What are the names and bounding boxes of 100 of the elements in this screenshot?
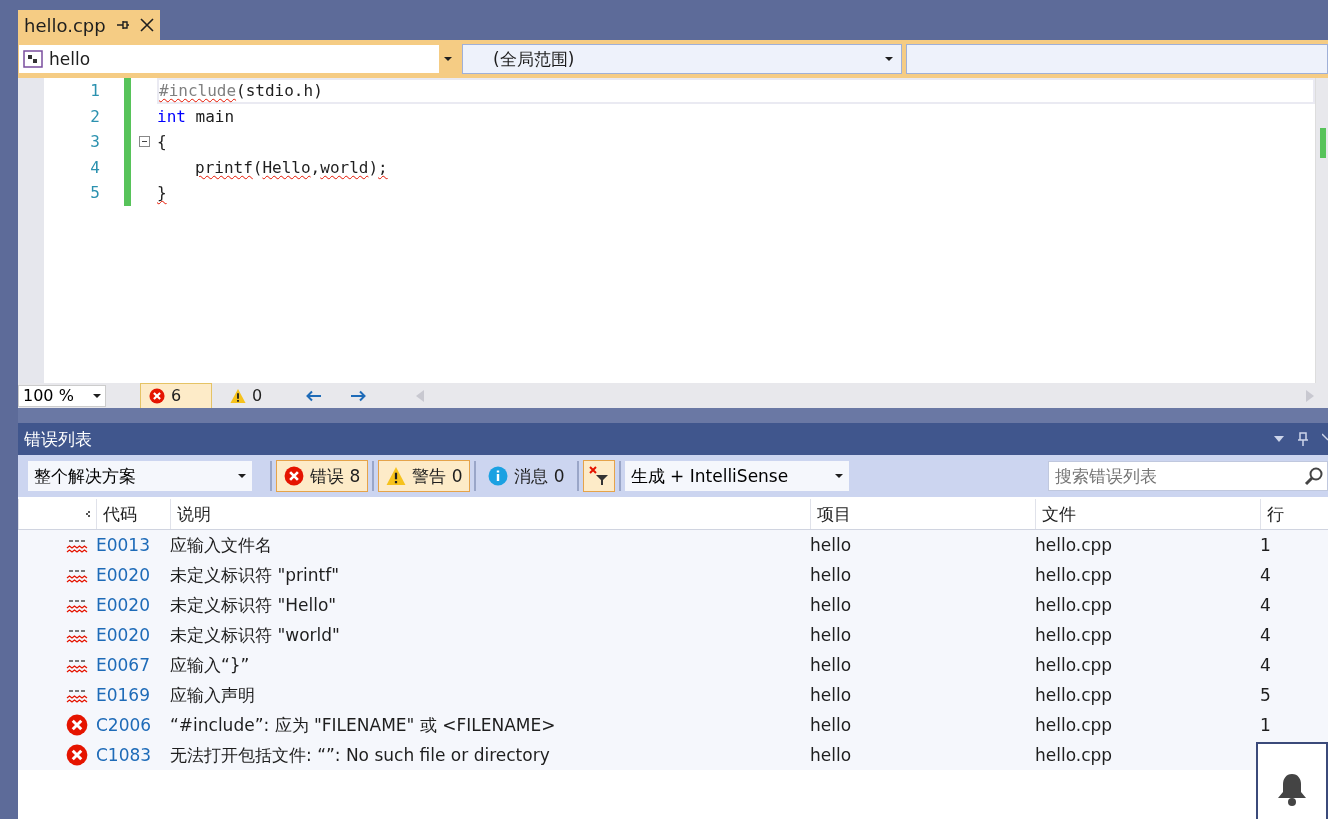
error-code[interactable]: C1083 xyxy=(96,745,170,765)
warning-icon xyxy=(230,387,246,404)
file-cell-text: hello.cpp xyxy=(1035,595,1114,615)
spellcheck-squiggle-icon xyxy=(66,687,88,703)
error-description: 未定义标识符 "world" xyxy=(170,623,341,647)
warning-count[interactable]: 0 xyxy=(222,383,271,408)
line-number: 3 xyxy=(90,132,100,152)
line-cell-text: 4 xyxy=(1260,565,1272,585)
project-cell-text: hello xyxy=(810,685,853,705)
code-line: } xyxy=(157,182,168,205)
column-header[interactable]: 代码 xyxy=(103,502,137,526)
error-description: 未定义标识符 "Hello" xyxy=(170,593,338,617)
forward-arrow-icon[interactable] xyxy=(350,389,367,402)
line-cell-text: 4 xyxy=(1260,595,1272,615)
sort-icon[interactable] xyxy=(84,511,90,517)
error-description: “#include”: 应为 "FILENAME" 或 <FILENAME> xyxy=(170,713,557,737)
error-description: 应输入声明 xyxy=(170,683,256,707)
zoom-dropdown[interactable]: 100 % xyxy=(18,384,106,407)
error-row[interactable]: E0020 未定义标识符 "world" hello hello.cpp 4 xyxy=(18,620,1328,650)
notification-popup[interactable] xyxy=(1256,742,1328,819)
spellcheck-squiggle-icon xyxy=(66,537,88,553)
column-header[interactable]: 说明 xyxy=(177,502,211,526)
project-cell-text: hello xyxy=(810,715,853,735)
line-number: 1 xyxy=(90,81,100,101)
errors-filter[interactable]: 错误 8 xyxy=(276,460,369,492)
scope-dropdown[interactable]: 整个解决方案 xyxy=(28,461,252,491)
filter-icon xyxy=(587,465,610,487)
error-row[interactable]: C2006 “#include”: 应为 "FILENAME" 或 <FILENAME> hello hello.cpp 1 xyxy=(18,710,1328,740)
column-header[interactable]: 行 xyxy=(1267,502,1284,526)
line-cell-text: 1 xyxy=(1260,715,1272,735)
spellcheck-squiggle-icon xyxy=(66,627,88,643)
source-dropdown[interactable]: 生成 + IntelliSense xyxy=(624,461,849,491)
project-cell-text: hello xyxy=(810,655,853,675)
panel-title: 错误列表 xyxy=(24,427,93,451)
error-code[interactable]: E0013 xyxy=(96,535,170,555)
line-cell-text: 4 xyxy=(1260,655,1272,675)
error-row[interactable]: E0013 应输入文件名 hello hello.cpp 1 xyxy=(18,530,1328,560)
error-row[interactable]: C1083 无法打开包括文件: “”: No such file or directory hello hello.cpp xyxy=(18,740,1328,770)
project-cell-text: hello xyxy=(810,745,853,765)
line-cell-text: 4 xyxy=(1260,625,1272,645)
pin-icon[interactable] xyxy=(115,18,130,32)
file-cell-text: hello.cpp xyxy=(1035,655,1114,675)
error-icon xyxy=(149,387,165,404)
error-row[interactable]: E0020 未定义标识符 "printf" hello hello.cpp 4 xyxy=(18,560,1328,590)
error-code[interactable]: E0067 xyxy=(96,655,170,675)
error-row[interactable]: E0020 未定义标识符 "Hello" hello hello.cpp 4 xyxy=(18,590,1328,620)
info-icon xyxy=(488,466,509,486)
back-arrow-icon[interactable] xyxy=(306,389,323,402)
spellcheck-squiggle-icon xyxy=(66,657,88,673)
scope-dropdown[interactable]: (全局范围) xyxy=(462,44,902,74)
search-icon xyxy=(1304,466,1324,486)
line-cell-text: 5 xyxy=(1260,685,1272,705)
error-description: 无法打开包括文件: “”: No such file or directory xyxy=(170,743,551,767)
project-dropdown[interactable]: hello xyxy=(18,44,458,74)
collapse-icon[interactable] xyxy=(138,136,150,148)
column-header[interactable]: 文件 xyxy=(1042,502,1076,526)
file-cell-text: hello.cpp xyxy=(1035,625,1114,645)
file-cell-text: hello.cpp xyxy=(1035,535,1114,555)
warning-icon xyxy=(386,466,407,486)
code-editor[interactable]: 1 2 3 4 5 #include(stdio.h) int main { printf(Hello,world); } xyxy=(18,78,1328,383)
bell-icon xyxy=(1277,772,1307,806)
messages-filter[interactable]: 消息 0 xyxy=(480,460,573,492)
error-icon xyxy=(284,466,304,486)
error-code[interactable]: E0169 xyxy=(96,685,170,705)
caret-icon xyxy=(885,57,893,61)
file-cell-text: hello.cpp xyxy=(1035,745,1114,765)
line-number: 4 xyxy=(90,157,100,177)
caret-icon[interactable] xyxy=(1274,436,1284,442)
file-cell-text: hello.cpp xyxy=(1035,715,1114,735)
error-icon xyxy=(66,744,88,766)
column-header[interactable]: 项目 xyxy=(817,502,851,526)
error-count[interactable]: 6 xyxy=(140,382,212,409)
caret-icon xyxy=(93,393,101,398)
error-code[interactable]: E0020 xyxy=(96,565,170,585)
warnings-filter[interactable]: 警告 0 xyxy=(378,460,471,492)
project-cell-text: hello xyxy=(810,595,853,615)
error-icon xyxy=(66,714,88,736)
error-code[interactable]: E0020 xyxy=(96,595,170,615)
project-icon xyxy=(23,50,43,68)
error-code[interactable]: E0020 xyxy=(96,625,170,645)
vertical-scrollbar[interactable] xyxy=(1315,78,1328,383)
pin-icon[interactable] xyxy=(1298,432,1308,446)
search-field[interactable]: 搜索错误列表 xyxy=(1048,461,1328,491)
close-icon[interactable] xyxy=(139,18,154,32)
spellcheck-squiggle-icon xyxy=(66,597,88,613)
error-description: 未定义标识符 "printf" xyxy=(170,563,340,587)
code-line: printf(Hello,world); xyxy=(194,156,389,179)
code-line: int main xyxy=(157,105,236,128)
error-code[interactable]: C2006 xyxy=(96,715,170,735)
error-row[interactable]: E0067 应输入“}” hello hello.cpp 4 xyxy=(18,650,1328,680)
filter-button[interactable] xyxy=(582,460,615,492)
caret-icon[interactable] xyxy=(444,57,452,61)
project-cell-text: hello xyxy=(810,625,853,645)
line-cell-text: 1 xyxy=(1260,535,1272,555)
error-row[interactable]: E0169 应输入声明 hello hello.cpp 5 xyxy=(18,680,1328,710)
document-tab[interactable]: hello.cpp xyxy=(18,10,160,40)
file-cell-text: hello.cpp xyxy=(1035,565,1114,585)
project-cell-text: hello xyxy=(810,535,853,555)
spellcheck-squiggle-icon xyxy=(66,567,88,583)
project-cell-text: hello xyxy=(810,565,853,585)
